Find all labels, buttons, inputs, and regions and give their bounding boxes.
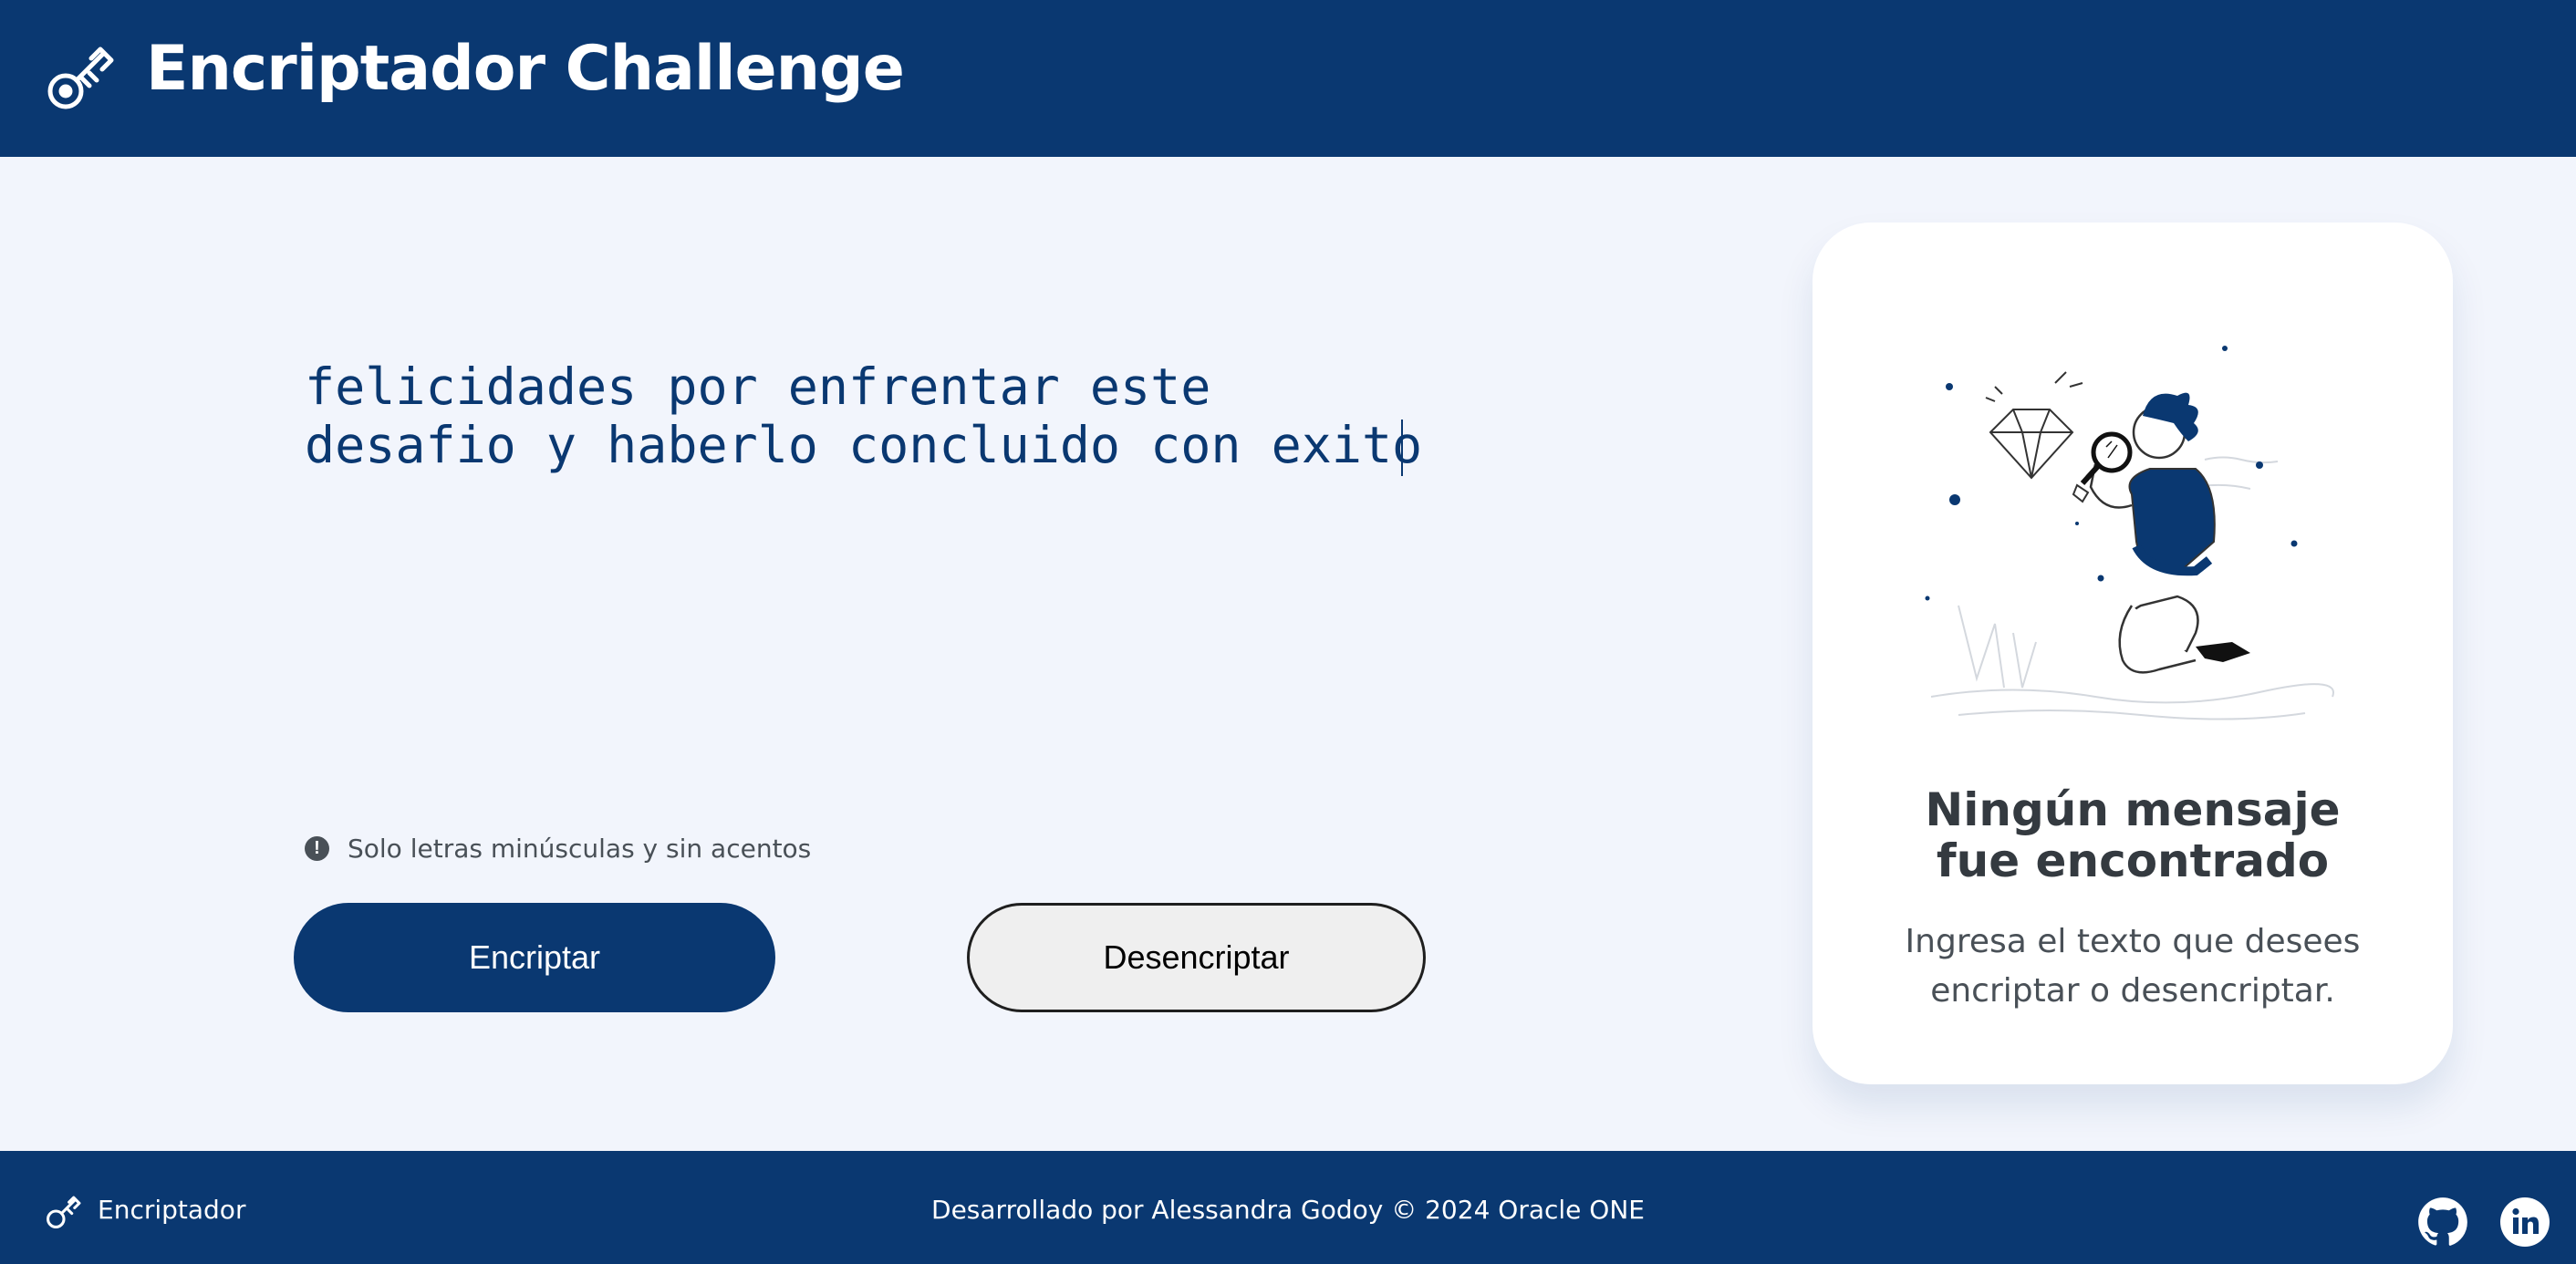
- footer-credit: Desarrollado por Alessandra Godoy © 2024…: [931, 1195, 1645, 1225]
- person-with-magnifying-glass-illustration: [1925, 346, 2334, 720]
- linkedin-icon[interactable]: [2499, 1197, 2550, 1248]
- input-hint: ! Solo letras minúsculas y sin acentos: [305, 834, 811, 864]
- empty-state-title: Ningún mensaje fue encontrado: [1925, 783, 2341, 887]
- github-icon[interactable]: [2417, 1197, 2468, 1248]
- app-footer: Encriptador Desarrollado por Alessandra …: [0, 1151, 2576, 1264]
- text-caret: [1401, 420, 1403, 476]
- decrypt-button[interactable]: Desencriptar: [967, 903, 1426, 1012]
- info-icon: !: [305, 836, 329, 861]
- encrypt-button[interactable]: Encriptar: [294, 903, 775, 1012]
- key-icon: [47, 47, 114, 109]
- hint-text: Solo letras minúsculas y sin acentos: [348, 834, 812, 864]
- result-card: Ningún mensaje fue encontrado Ingresa el…: [1813, 223, 2453, 1084]
- app-title: Encriptador Challenge: [146, 33, 905, 105]
- message-input[interactable]: [305, 357, 1454, 741]
- empty-state-description: Ingresa el texto que desees encriptar o …: [1905, 923, 2361, 1010]
- app-header: Encriptador Challenge: [0, 0, 2576, 157]
